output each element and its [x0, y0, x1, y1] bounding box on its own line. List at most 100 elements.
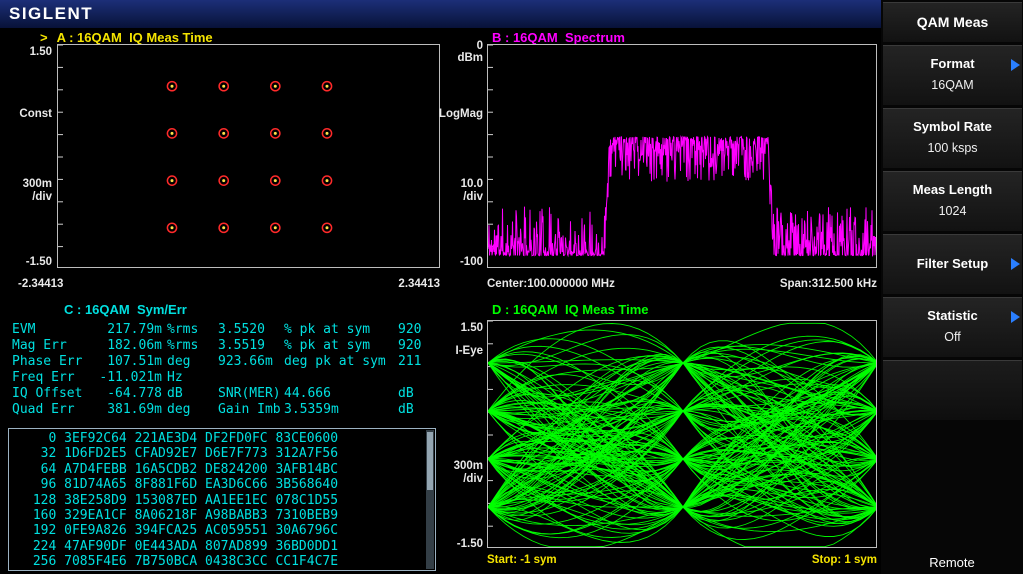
active-window-marker: >	[40, 30, 48, 45]
hex-row: 160 329EA1CF 8A06218F A98BABB3 7310BEB9	[25, 508, 339, 524]
a-axis-div: 300m	[22, 178, 52, 190]
stat-cell: IQ Offset	[12, 386, 83, 401]
stat-cell: 923.66m	[218, 354, 273, 369]
d-axis-top: 1.50	[460, 322, 483, 334]
panel-a-title-text: A : 16QAM IQ Meas Time	[56, 30, 213, 45]
constellation-plot[interactable]	[57, 44, 440, 268]
top-bar: SIGLENT	[0, 0, 881, 28]
a-x-left: -2.34413	[18, 278, 64, 290]
d-stop-label: Stop: 1 sym	[811, 554, 877, 566]
submenu-arrow-icon	[1011, 311, 1020, 323]
softkey-label: Meas Length	[912, 182, 993, 197]
stat-cell: %rms	[167, 338, 199, 353]
stat-cell: -11.021m	[99, 370, 162, 385]
softkey-menu: Format 16QAM Symbol Rate 100 ksps Meas Lengt…	[883, 45, 1023, 420]
stat-cell: 107.51m	[107, 354, 162, 369]
stat-row: Phase Err 107.51m deg 923.66m deg pk at sym 2…	[10, 354, 442, 370]
a-axis-bottom: -1.50	[25, 256, 52, 268]
stat-cell: dB	[167, 386, 183, 401]
softkey-label: Statistic	[927, 308, 978, 323]
softkey-value: Off	[944, 330, 961, 344]
b-axis-bottom: -100	[459, 256, 483, 268]
d-axis-div: 300m	[453, 460, 483, 472]
b-axis-divunit: /div	[463, 191, 483, 203]
stat-cell	[215, 370, 282, 386]
softkey-format[interactable]: Format 16QAM	[883, 45, 1022, 105]
remote-status: Remote	[929, 555, 975, 570]
stat-cell: deg pk at sym	[284, 354, 386, 369]
panel-c-title: C : 16QAM Sym/Err	[64, 302, 187, 317]
panel-b-spectrum: B : 16QAM Spectrum 0 dBm LogMag 10.0 /di…	[430, 28, 881, 300]
stat-cell: Mag Err	[12, 338, 67, 353]
softkey-meas-length[interactable]: Meas Length 1024	[883, 171, 1022, 231]
softkey-label: Symbol Rate	[913, 119, 992, 134]
stat-cell: %rms	[167, 322, 199, 337]
symerr-stats: EVM 217.79m %rms 3.5520% pk at sym 920 Mag Er…	[10, 322, 442, 418]
submenu-arrow-icon	[1011, 59, 1020, 71]
a-axis-divunit: /div	[32, 191, 52, 203]
stat-row: Freq Err -11.021m Hz	[10, 370, 442, 386]
stat-row: Quad Err 381.69m deg Gain Imb 3.5359m dB	[10, 402, 442, 418]
softkey-value: 16QAM	[931, 78, 974, 92]
b-span: Span:312.500 kHz	[779, 278, 877, 290]
stat-cell: Quad Err	[12, 402, 75, 417]
hex-row: 128 38E258D9 153087ED AA1EE1EC 078C1D55	[25, 492, 339, 508]
stat-cell: deg	[167, 402, 191, 417]
stat-row: EVM 217.79m %rms 3.5520% pk at sym 920	[10, 322, 442, 338]
stat-cell: deg	[167, 354, 191, 369]
b-axis-div: 10.0	[460, 178, 483, 190]
softkey-label: Format	[930, 56, 975, 71]
stat-cell: 217.79m	[107, 322, 162, 337]
stat-row: IQ Offset -64.778 dB SNR(MER) 44.666 dB	[10, 386, 442, 402]
stat-cell: SNR(MER)	[218, 386, 281, 401]
hex-row: 96 81D74A65 8F881F6D EA3D6C66 3B568640	[25, 477, 339, 493]
menu-title-label: QAM Meas	[916, 14, 989, 30]
b-axis-name: LogMag	[438, 108, 483, 120]
softkey-filter-setup[interactable]: Filter Setup	[883, 234, 1022, 294]
d-axis-bottom: -1.50	[456, 538, 483, 550]
spectrum-plot[interactable]	[487, 44, 877, 268]
stat-cell: 3.5359m	[284, 402, 339, 417]
softkey-value: 1024	[938, 204, 967, 218]
stat-cell: EVM	[12, 322, 36, 337]
panel-d-eye: D : 16QAM IQ Meas Time 1.50 I-Eye 300m /…	[430, 300, 881, 574]
stat-cell: -64.778	[107, 386, 162, 401]
stat-cell: Hz	[167, 370, 183, 385]
d-start-label: Start: -1 sym	[487, 554, 557, 566]
b-axis-top: 0	[476, 40, 483, 52]
hex-row: 0 3EF92C64 221AE3D4 DF2FD0FC 83CE0600	[25, 431, 339, 446]
stat-cell: % pk at sym	[284, 338, 371, 353]
panel-d-title: D : 16QAM IQ Meas Time	[492, 302, 649, 317]
b-axis-topunit: dBm	[457, 52, 483, 64]
softkey-label: Filter Setup	[916, 256, 989, 271]
stat-cell: Freq Err	[12, 370, 75, 385]
symbol-hex-table[interactable]: 0 3EF92C64 221AE3D4 DF2FD0FC 83CE0600 32…	[8, 428, 436, 571]
hex-row: 192 0FE9A826 394FCA25 AC059551 30A6796C	[25, 523, 339, 539]
hex-row: 32 1D6FD2E5 CFAD92E7 D6E7F773 312A7F56	[25, 446, 339, 462]
softkey-blank	[883, 360, 1022, 420]
stat-cell: Phase Err	[12, 354, 83, 369]
softkey-symbol-rate[interactable]: Symbol Rate 100 ksps	[883, 108, 1022, 168]
softkey-value: 100 ksps	[927, 141, 978, 155]
submenu-arrow-icon	[1011, 258, 1020, 270]
softkey-statistic[interactable]: Statistic Off	[883, 297, 1022, 357]
panel-a-title: > A : 16QAM IQ Meas Time	[40, 30, 213, 45]
eye-diagram-plot[interactable]	[487, 320, 877, 548]
panel-b-title: B : 16QAM Spectrum	[492, 30, 625, 45]
hex-row: 64 A7D4FEBB 16A5CDB2 DE824200 3AFB14BC	[25, 461, 339, 477]
hex-row: 224 47AF90DF 0E443ADA 807AD899 36BD0DD1	[25, 538, 339, 554]
a-axis-top: 1.50	[29, 46, 52, 58]
stat-cell: 381.69m	[107, 402, 162, 417]
hex-row: 256 7085F4E6 7B750BCA 0438C3CC CC1F4C7E	[25, 554, 339, 570]
stat-cell: Gain Imb	[218, 402, 281, 417]
siglent-logo: SIGLENT	[9, 4, 94, 23]
b-center-freq: Center:100.000000 MHz	[487, 278, 615, 290]
d-axis-name: I-Eye	[455, 345, 484, 357]
softkey-sidebar: QAM Meas Format 16QAM Symbol Rate 100 ksps M…	[881, 0, 1023, 574]
menu-title: QAM Meas	[883, 2, 1022, 42]
stat-cell: 3.5520	[218, 322, 265, 337]
a-axis-name: Const	[19, 108, 52, 120]
stat-row: Mag Err 182.06m %rms 3.5519% pk at sym 920	[10, 338, 442, 354]
d-axis-divunit: /div	[463, 473, 483, 485]
panel-a-constellation: > A : 16QAM IQ Meas Time 1.50 Const 300m …	[0, 28, 460, 300]
